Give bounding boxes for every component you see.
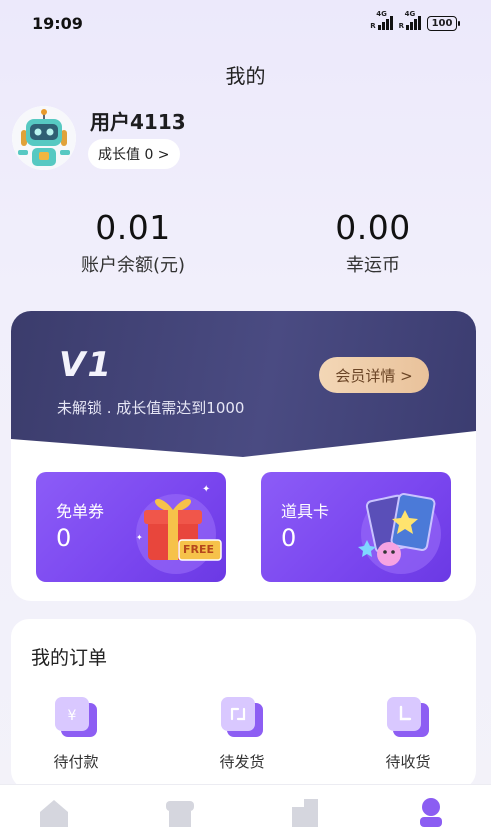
vip-level: V1 (59, 345, 113, 385)
order-pending-payment[interactable]: ¥ 待付款 (26, 695, 126, 772)
robot-icon (12, 106, 76, 170)
free-badge-label: FREE (183, 543, 215, 556)
payment-icon: ¥ (51, 695, 101, 739)
free-coupon-count: 0 (56, 524, 72, 552)
magic-cards-icon (358, 493, 441, 574)
orders-card: 我的订单 ¥ 待付款 待发货 待收货 (11, 619, 476, 789)
free-coupon-title: 免单券 (56, 502, 105, 521)
avatar[interactable] (12, 106, 76, 170)
order-pending-payment-label: 待付款 (53, 753, 99, 771)
order-pending-shipment[interactable]: 待发货 (192, 695, 292, 772)
member-details-button[interactable]: 会员详情 > (319, 357, 429, 393)
prop-card-title: 道具卡 (281, 502, 330, 521)
order-pending-receipt[interactable]: 待收货 (358, 695, 458, 772)
store-icon (166, 801, 194, 827)
vip-card: V1 未解锁 . 成长值需达到1000 会员详情 > 免单券 0 ✦ ✦ FRE… (11, 311, 476, 601)
buildings-icon (292, 799, 318, 827)
status-time: 19:09 (32, 13, 83, 33)
signal-icon: 4G R (370, 10, 393, 30)
growth-value-button[interactable]: 成长值 0 > (88, 139, 180, 169)
balance-value: 0.01 (95, 208, 171, 247)
bottom-tab-bar (0, 784, 491, 829)
lucky-coin-stat[interactable]: 0.00 幸运币 (273, 208, 473, 277)
status-bar: 19:09 4G R 4G R 100 (0, 0, 491, 46)
tab-buildings[interactable] (285, 797, 325, 829)
lucky-coin-label: 幸运币 (346, 255, 400, 276)
status-icons: 4G R 4G R 100 (370, 10, 460, 31)
username: 用户4113 (90, 110, 186, 134)
order-pending-receipt-label: 待收货 (385, 753, 431, 771)
prop-card-count: 0 (281, 524, 297, 552)
signal-icon: 4G R (399, 10, 421, 30)
svg-text:✦: ✦ (202, 484, 210, 495)
member-details-label: 会员详情 > (335, 366, 413, 385)
growth-value-label: 成长值 0 > (98, 147, 170, 163)
shipping-icon (217, 695, 267, 739)
prop-card-card[interactable]: 道具卡 0 (261, 472, 451, 582)
balance-stat[interactable]: 0.01 账户余额(元) (33, 208, 233, 277)
receiving-icon (383, 695, 433, 739)
vip-description: 未解锁 . 成长值需达到1000 (57, 399, 245, 417)
tab-profile[interactable] (411, 797, 451, 829)
balance-label: 账户余额(元) (80, 255, 186, 276)
tab-home[interactable] (34, 797, 74, 829)
free-coupon-card[interactable]: 免单券 0 ✦ ✦ FREE (36, 472, 226, 582)
tab-store[interactable] (160, 797, 200, 829)
svg-text:¥: ¥ (68, 708, 77, 724)
home-icon (40, 800, 68, 827)
order-pending-shipment-label: 待发货 (219, 753, 265, 771)
svg-text:✦: ✦ (136, 533, 143, 542)
lucky-coin-value: 0.00 (335, 208, 411, 247)
page-title: 我的 (225, 64, 266, 88)
battery-icon: 100 (427, 15, 460, 31)
profile-icon (420, 798, 442, 827)
vip-header: V1 未解锁 . 成长值需达到1000 会员详情 > (11, 311, 476, 461)
orders-title: 我的订单 (31, 647, 108, 669)
